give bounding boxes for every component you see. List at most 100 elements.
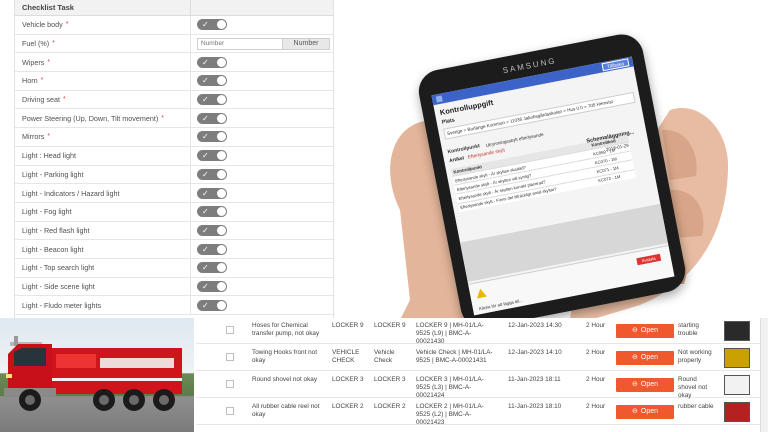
- checklist-item-text: Light - Fog light: [22, 207, 72, 217]
- toggle-switch[interactable]: ✓: [197, 243, 227, 255]
- toggle-knob: [217, 95, 226, 105]
- toggle-switch[interactable]: ✓: [197, 206, 227, 218]
- toggle-switch[interactable]: ✓: [197, 280, 227, 292]
- toggle-switch[interactable]: ✓: [197, 56, 227, 68]
- toggle-knob: [217, 151, 226, 161]
- defect-photo-thumbnail[interactable]: [724, 375, 750, 395]
- defect-description: Towing Hooks front not okay: [252, 349, 318, 365]
- checklist-item-label: Power Steering (Up, Down, Tilt movement)…: [15, 109, 191, 128]
- checklist-item-text: Light - Top search light: [22, 263, 95, 273]
- toggle-knob: [217, 113, 226, 123]
- checklist-item-control: ✓: [191, 240, 333, 258]
- defect-locker: LOCKER 9: [332, 322, 364, 329]
- checklist-row: Light - Indicators / Hazard light ✓: [15, 184, 333, 203]
- row-checkbox[interactable]: [226, 407, 234, 415]
- check-icon: ✓: [202, 244, 209, 254]
- number-unit-button[interactable]: Number: [283, 37, 330, 50]
- defect-locker: LOCKER 2: [332, 403, 364, 410]
- checklist-row: Vehicle body * ✓: [15, 16, 333, 35]
- defect-full-location: Vehicle Check | MH-01/LA-9525 | BMC-A-00…: [416, 349, 493, 365]
- checklist-item-text: Power Steering (Up, Down, Tilt movement): [22, 113, 159, 123]
- toggle-switch[interactable]: ✓: [197, 168, 227, 180]
- checklist-item-label: Light - Fludo meter lights: [15, 296, 191, 314]
- check-icon: ✓: [202, 113, 209, 123]
- checklist-item-label: Light - Fog light: [15, 202, 191, 221]
- checklist-item-text: Light - Fludo meter lights: [22, 300, 102, 310]
- toggle-knob: [217, 169, 226, 179]
- toggle-switch[interactable]: ✓: [197, 187, 227, 199]
- checklist-item-control: ✓: [191, 184, 333, 202]
- checklist-rows: Vehicle body*✓Fuel (%)*NumberWipers*✓Hor…: [15, 16, 333, 315]
- defect-locker: VEHICLE CHECK: [332, 349, 360, 365]
- defect-description: Round shovel not okay: [252, 376, 318, 383]
- checklist-item-text: Light - Red flash light: [22, 225, 90, 235]
- checklist-item-label: Vehicle body *: [15, 16, 191, 34]
- fire-truck-illustration: [4, 336, 182, 411]
- required-marker: *: [47, 133, 51, 141]
- toggle-switch[interactable]: ✓: [197, 150, 227, 162]
- defect-date: 11-Jan-2023 18:10: [508, 403, 562, 410]
- open-label: Open: [640, 327, 658, 334]
- open-icon: ⊖: [632, 354, 638, 361]
- checklist-item-text: Driving seat: [22, 95, 60, 105]
- finish-button[interactable]: Avsluta: [636, 253, 662, 266]
- menu-icon[interactable]: [435, 95, 443, 103]
- defect-locker: LOCKER 3: [332, 376, 364, 383]
- checklist-item-control: ✓: [191, 91, 333, 109]
- open-status-button[interactable]: ⊖ Open: [616, 351, 674, 365]
- checklist-item-label: Horn *: [15, 72, 191, 90]
- toggle-switch[interactable]: ✓: [197, 94, 227, 106]
- toggle-switch[interactable]: ✓: [197, 262, 227, 274]
- defects-scrollbar[interactable]: [760, 318, 768, 432]
- checklist-row: Light : Head light ✓: [15, 146, 333, 166]
- defect-date: 12-Jan-2023 14:10: [508, 349, 562, 356]
- required-marker: *: [161, 114, 164, 122]
- open-status-button[interactable]: ⊖ Open: [616, 378, 674, 392]
- row-checkbox[interactable]: [226, 326, 234, 334]
- checklist-item-text: Mirrors: [22, 132, 45, 142]
- checklist-item-text: Vehicle body: [22, 20, 63, 30]
- toggle-switch[interactable]: ✓: [197, 299, 227, 311]
- defect-photo-thumbnail[interactable]: [724, 402, 750, 422]
- checklist-item-text: Light - Beacon light: [22, 244, 84, 254]
- check-icon: ✓: [202, 132, 209, 142]
- checklist-item-label: Fuel (%) *: [15, 34, 191, 53]
- defect-full-location: LOCKER 3 | MH-01/LA-9525 (L3) | BMC-A-00…: [416, 376, 484, 400]
- checklist-row: Mirrors * ✓: [15, 128, 333, 147]
- checklist-item-control: ✓: [191, 16, 333, 34]
- open-status-button[interactable]: ⊖ Open: [616, 405, 674, 419]
- toggle-knob: [217, 281, 226, 291]
- toggle-switch[interactable]: ✓: [197, 224, 227, 236]
- checklist-item-label: Wipers *: [15, 53, 191, 72]
- open-icon: ⊖: [632, 381, 638, 388]
- defect-photo-thumbnail[interactable]: [724, 348, 750, 368]
- check-icon: ✓: [202, 300, 209, 310]
- checklist-item-text: Fuel (%): [22, 39, 50, 49]
- checklist-item-control: ✓: [191, 278, 333, 296]
- checklist-item-label: Light : Head light: [15, 146, 191, 165]
- checklist-row: Light - Top search light ✓: [15, 258, 333, 278]
- checklist-item-text: Light - Indicators / Hazard light: [22, 188, 120, 198]
- check-icon: ✓: [202, 281, 209, 291]
- fuel-number-input[interactable]: [197, 37, 283, 50]
- toggle-knob: [217, 57, 226, 67]
- checklist-item-control: ✓: [191, 53, 333, 71]
- toggle-knob: [217, 244, 226, 254]
- open-status-button[interactable]: ⊖ Open: [616, 324, 674, 338]
- footer-text[interactable]: Klicka för att lägga till...: [479, 298, 523, 311]
- defect-photo-thumbnail[interactable]: [724, 321, 750, 341]
- toggle-knob: [217, 300, 226, 310]
- row-checkbox[interactable]: [226, 380, 234, 388]
- checklist-item-label: Driving seat *: [15, 90, 191, 109]
- toggle-switch[interactable]: ✓: [197, 19, 227, 31]
- checklist-row: Light - Red flash light ✓: [15, 221, 333, 241]
- row-checkbox[interactable]: [226, 353, 234, 361]
- checklist-item-label: Light - Indicators / Hazard light: [15, 184, 191, 202]
- fuel-number-group: Number: [197, 37, 330, 50]
- toggle-switch[interactable]: ✓: [197, 112, 227, 124]
- toggle-switch[interactable]: ✓: [197, 75, 227, 87]
- check-icon: ✓: [202, 151, 209, 161]
- checklist-row: Horn * ✓: [15, 72, 333, 91]
- toggle-knob: [217, 207, 226, 217]
- toggle-switch[interactable]: ✓: [197, 131, 227, 143]
